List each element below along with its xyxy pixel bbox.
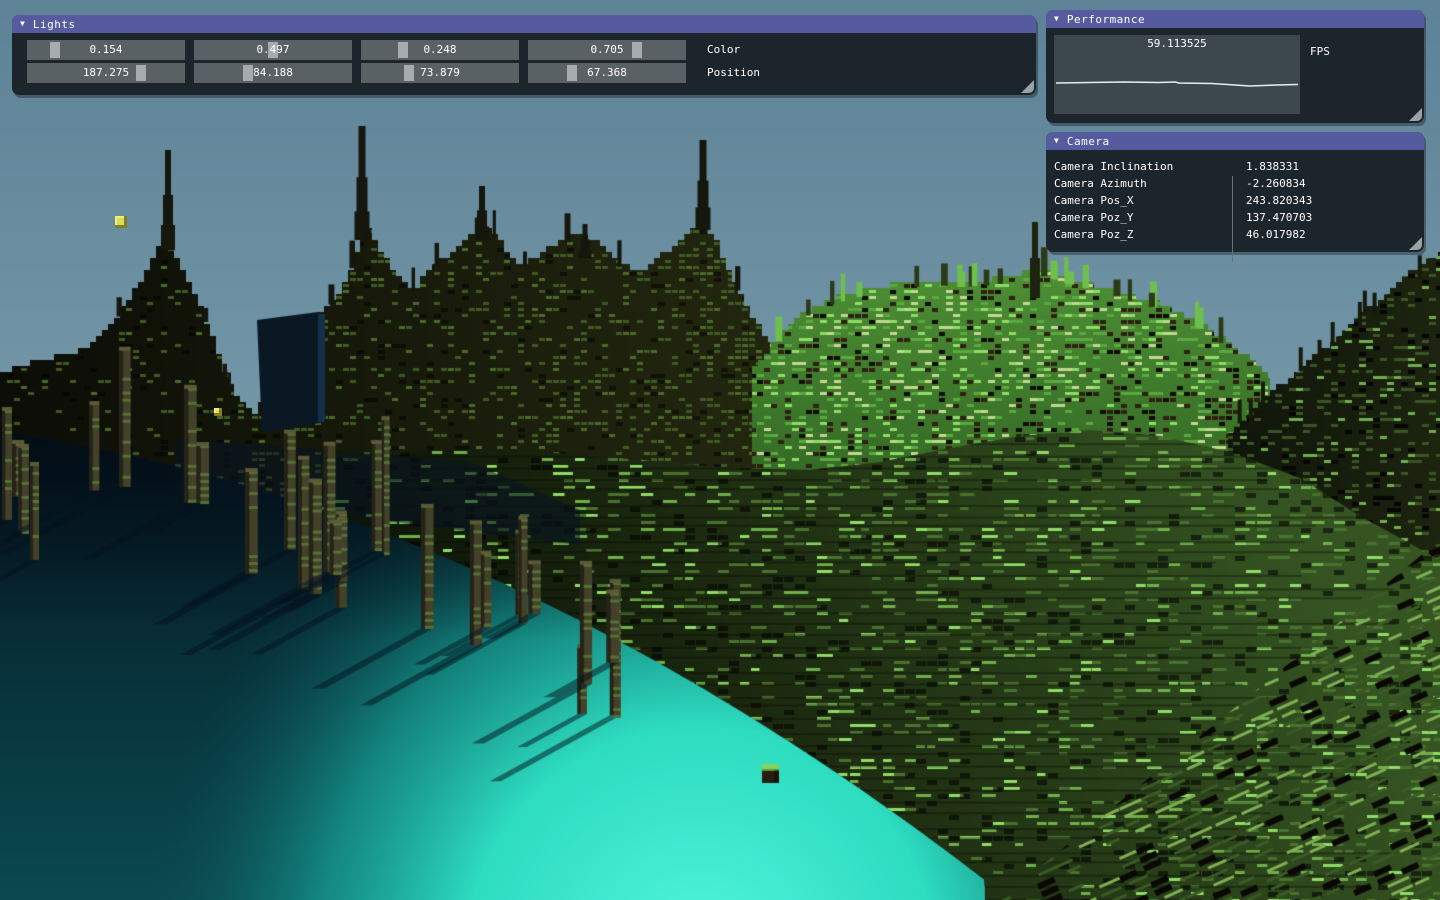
light-gizmo-cube [115,216,127,228]
slider-value: 0.497 [194,40,352,60]
camera-row-label: Camera Pos_X [1054,194,1226,207]
light-position-slider-1[interactable]: 84.188 [194,63,352,83]
fps-sparkline-line [1056,82,1298,86]
light-color-row: 0.154 0.497 0.248 0.705 Color [12,40,1036,60]
camera-row-label: Camera Poz_Y [1054,211,1226,224]
light-position-slider-0[interactable]: 187.275 [27,63,185,83]
collapse-arrow-icon[interactable]: ▼ [20,20,25,28]
performance-panel-titlebar[interactable]: ▼ Performance [1046,10,1424,28]
slider-value: 84.188 [194,63,352,83]
camera-row-label: Camera Poz_Z [1054,228,1226,241]
camera-pos-z-row: Camera Poz_Z 46.017982 [1054,226,1424,243]
collapse-arrow-icon[interactable]: ▼ [1054,15,1059,23]
camera-row-value: 243.820343 [1226,194,1312,207]
lights-panel-titlebar[interactable]: ▼ Lights [12,15,1036,33]
camera-row-value: 46.017982 [1226,228,1306,241]
lights-panel: ▼ Lights 0.154 0.497 0.248 0.705 Color [12,15,1036,95]
camera-row-value: -2.260834 [1226,177,1306,190]
camera-row-label: Camera Inclination [1054,160,1226,173]
light-color-slider-3[interactable]: 0.705 [528,40,686,60]
position-row-label: Position [707,63,760,83]
lights-panel-body: 0.154 0.497 0.248 0.705 Color 187.275 [12,33,1036,83]
camera-panel-titlebar[interactable]: ▼ Camera [1046,132,1424,150]
camera-pos-x-row: Camera Pos_X 243.820343 [1054,192,1424,209]
collapse-arrow-icon[interactable]: ▼ [1054,137,1059,145]
fps-graph: 59.113525 [1054,35,1300,114]
camera-row-value: 1.838331 [1226,160,1299,173]
light-color-slider-1[interactable]: 0.497 [194,40,352,60]
camera-inclination-row: Camera Inclination 1.838331 [1054,158,1424,175]
lights-panel-title: Lights [33,18,76,31]
light-color-slider-0[interactable]: 0.154 [27,40,185,60]
light-gizmo-cube-small [214,408,222,416]
slider-value: 0.705 [528,40,686,60]
performance-panel-body: 59.113525 FPS [1046,35,1424,114]
camera-azimuth-row: Camera Azimuth -2.260834 [1054,175,1424,192]
camera-panel: ▼ Camera Camera Inclination 1.838331 Cam… [1046,132,1424,252]
light-position-slider-3[interactable]: 67.368 [528,63,686,83]
camera-row-value: 137.470703 [1226,211,1312,224]
slider-value: 0.154 [27,40,185,60]
camera-panel-body: Camera Inclination 1.838331 Camera Azimu… [1046,150,1424,243]
camera-row-label: Camera Azimuth [1054,177,1226,190]
label-value-divider [1232,176,1233,262]
performance-panel: ▼ Performance 59.113525 FPS [1046,10,1424,123]
slider-value: 187.275 [27,63,185,83]
camera-pos-y-row: Camera Poz_Y 137.470703 [1054,209,1424,226]
fps-value: 59.113525 [1054,37,1300,50]
performance-panel-title: Performance [1067,13,1145,26]
color-row-label: Color [707,40,740,60]
light-color-slider-2[interactable]: 0.248 [361,40,519,60]
camera-panel-title: Camera [1067,135,1110,148]
light-position-row: 187.275 84.188 73.879 67.368 Position [12,63,1036,83]
slider-value: 0.248 [361,40,519,60]
fps-unit-label: FPS [1310,45,1330,58]
light-position-slider-2[interactable]: 73.879 [361,63,519,83]
slider-value: 73.879 [361,63,519,83]
slider-value: 67.368 [528,63,686,83]
